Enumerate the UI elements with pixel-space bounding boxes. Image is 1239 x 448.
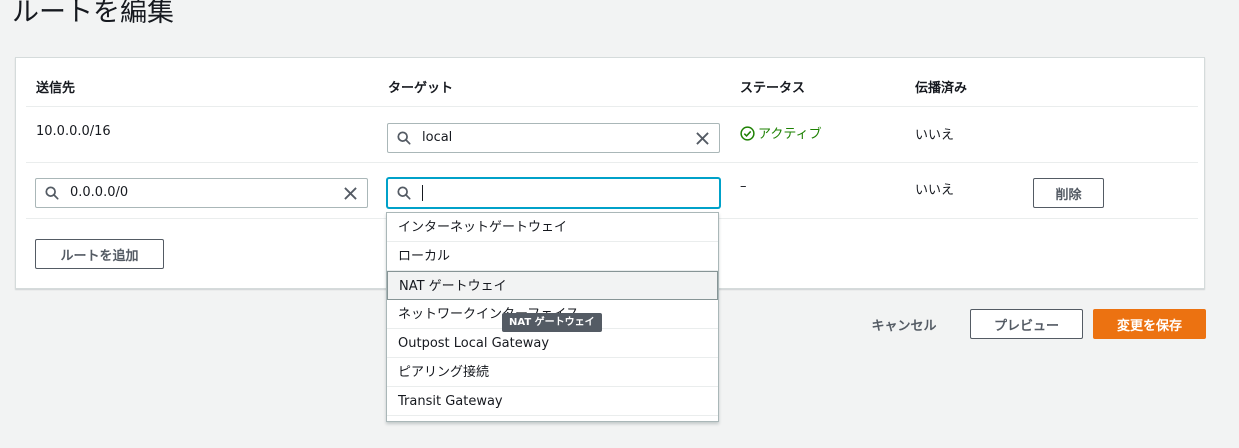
option-outpost-local-gateway[interactable]: Outpost Local Gateway xyxy=(387,329,718,358)
add-route-button[interactable]: ルートを追加 xyxy=(35,239,164,269)
search-icon xyxy=(397,131,411,145)
header-status: ステータス xyxy=(740,81,806,96)
row-1-target-input[interactable]: local xyxy=(387,123,720,153)
row-1-propagated: いいえ xyxy=(915,128,955,143)
header-divider xyxy=(26,106,1198,107)
row-1-divider xyxy=(26,162,1198,163)
header-destination: 送信先 xyxy=(36,81,76,96)
row-2-destination-input[interactable]: 0.0.0.0/0 xyxy=(35,178,368,208)
text-caret xyxy=(422,185,423,201)
search-icon xyxy=(45,186,59,200)
row-2-status: – xyxy=(740,179,747,194)
option-tooltip: NAT ゲートウェイ xyxy=(502,313,602,332)
row-1-status: アクティブ xyxy=(740,123,822,142)
row-1-target-value: local xyxy=(422,130,453,145)
clear-icon[interactable] xyxy=(344,187,357,200)
check-circle-icon xyxy=(740,126,755,141)
row-1-status-text: アクティブ xyxy=(758,127,822,142)
option-peering-connection[interactable]: ピアリング接続 xyxy=(387,358,718,387)
cancel-button[interactable]: キャンセル xyxy=(858,309,950,339)
option-local[interactable]: ローカル xyxy=(387,242,718,271)
header-propagated: 伝播済み xyxy=(915,81,968,96)
page-title: ルートを編集 xyxy=(12,0,174,28)
save-changes-button[interactable]: 変更を保存 xyxy=(1093,309,1206,339)
search-icon xyxy=(397,186,411,200)
row-2-target-input[interactable] xyxy=(387,178,720,208)
row-2-destination-value: 0.0.0.0/0 xyxy=(70,185,129,200)
remove-route-button[interactable]: 削除 xyxy=(1033,178,1104,208)
option-nat-gateway[interactable]: NAT ゲートウェイ xyxy=(387,271,718,300)
option-transit-gateway[interactable]: Transit Gateway xyxy=(387,387,718,416)
preview-button[interactable]: プレビュー xyxy=(970,309,1083,339)
clear-icon[interactable] xyxy=(696,132,709,145)
row-1-destination: 10.0.0.0/16 xyxy=(36,124,111,139)
option-internet-gateway[interactable]: インターネットゲートウェイ xyxy=(387,213,718,242)
row-2-propagated: いいえ xyxy=(915,183,955,198)
header-target: ターゲット xyxy=(388,81,454,96)
